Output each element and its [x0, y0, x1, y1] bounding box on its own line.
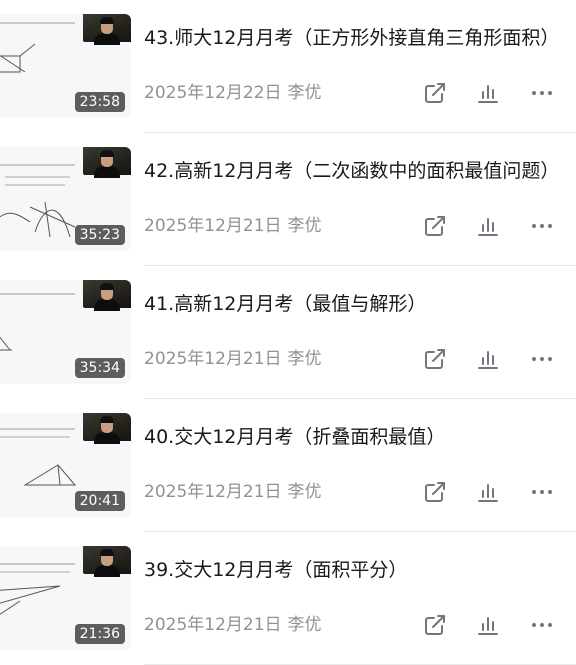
- video-item[interactable]: 20:41 40.交大12月月考（折叠面积最值） 2025年12月21日 李优: [0, 399, 576, 532]
- video-meta: 2025年12月21日 李优: [144, 481, 322, 503]
- video-title[interactable]: 40.交大12月月考（折叠面积最值）: [144, 423, 564, 451]
- video-thumbnail[interactable]: 35:34: [0, 280, 131, 384]
- share-icon[interactable]: [421, 213, 449, 239]
- author-name: 李优: [287, 83, 322, 103]
- author-name: 李优: [287, 615, 322, 635]
- publish-date: 2025年12月21日: [144, 482, 282, 502]
- more-icon[interactable]: [528, 213, 556, 239]
- more-icon[interactable]: [528, 612, 556, 638]
- publish-date: 2025年12月21日: [144, 349, 282, 369]
- duration-badge: 23:58: [74, 92, 125, 112]
- video-meta: 2025年12月21日 李优: [144, 614, 322, 636]
- publish-date: 2025年12月22日: [144, 83, 282, 103]
- author-name: 李优: [287, 482, 322, 502]
- publish-date: 2025年12月21日: [144, 216, 282, 236]
- stats-icon[interactable]: [474, 213, 502, 239]
- video-item[interactable]: 35:34 41.高新12月月考（最值与解形） 2025年12月21日 李优: [0, 266, 576, 399]
- video-title[interactable]: 41.高新12月月考（最值与解形）: [144, 290, 564, 318]
- video-thumbnail[interactable]: 21:36: [0, 546, 131, 650]
- video-meta: 2025年12月21日 李优: [144, 215, 322, 237]
- publish-date: 2025年12月21日: [144, 615, 282, 635]
- video-title[interactable]: 43.师大12月月考（正方形外接直角三角形面积）: [144, 24, 564, 52]
- duration-badge: 21:36: [74, 624, 125, 644]
- lecturer-camera-inset: [83, 546, 131, 577]
- more-icon[interactable]: [528, 80, 556, 106]
- author-name: 李优: [287, 349, 322, 369]
- video-thumbnail[interactable]: 35:23: [0, 147, 131, 251]
- duration-badge: 35:34: [74, 358, 125, 378]
- lecturer-camera-inset: [83, 280, 131, 311]
- more-icon[interactable]: [528, 346, 556, 372]
- stats-icon[interactable]: [474, 479, 502, 505]
- share-icon[interactable]: [421, 479, 449, 505]
- stats-icon[interactable]: [474, 80, 502, 106]
- share-icon[interactable]: [421, 612, 449, 638]
- video-meta: 2025年12月21日 李优: [144, 348, 322, 370]
- more-icon[interactable]: [528, 479, 556, 505]
- lecturer-camera-inset: [83, 413, 131, 444]
- share-icon[interactable]: [421, 346, 449, 372]
- share-icon[interactable]: [421, 80, 449, 106]
- video-item[interactable]: 21:36 39.交大12月月考（面积平分） 2025年12月21日 李优: [0, 532, 576, 665]
- duration-badge: 20:41: [74, 491, 125, 511]
- video-title[interactable]: 39.交大12月月考（面积平分）: [144, 556, 564, 584]
- video-meta: 2025年12月22日 李优: [144, 82, 322, 104]
- lecturer-camera-inset: [83, 14, 131, 45]
- author-name: 李优: [287, 216, 322, 236]
- duration-badge: 35:23: [74, 225, 125, 245]
- video-thumbnail[interactable]: 23:58: [0, 14, 131, 118]
- stats-icon[interactable]: [474, 346, 502, 372]
- video-title[interactable]: 42.高新12月月考（二次函数中的面积最值问题）: [144, 157, 564, 185]
- video-thumbnail[interactable]: 20:41: [0, 413, 131, 517]
- lecturer-camera-inset: [83, 147, 131, 178]
- video-item[interactable]: 23:58 43.师大12月月考（正方形外接直角三角形面积） 2025年12月2…: [0, 0, 576, 133]
- video-item[interactable]: 35:23 42.高新12月月考（二次函数中的面积最值问题） 2025年12月2…: [0, 133, 576, 266]
- stats-icon[interactable]: [474, 612, 502, 638]
